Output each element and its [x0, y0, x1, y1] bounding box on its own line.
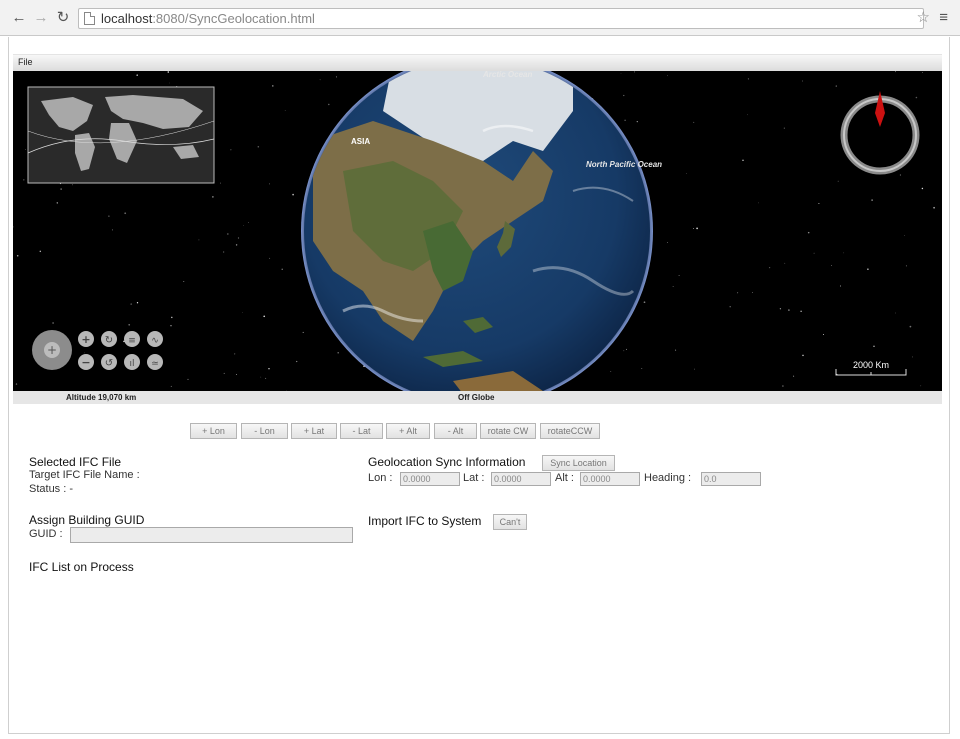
sync-location-button[interactable]: Sync Location: [542, 455, 615, 471]
page-icon: [84, 12, 95, 25]
url-host: localhost: [101, 11, 153, 26]
lon-minus-button[interactable]: - Lon: [241, 423, 288, 439]
globe-viewer[interactable]: Arctic Ocean ASIA North Pacific Ocean + …: [13, 71, 942, 391]
rotate-cw-button[interactable]: rotate CW: [480, 423, 536, 439]
position-readout: Off Globe: [458, 393, 495, 402]
reload-icon[interactable]: ↻: [54, 9, 72, 27]
svg-text:↺: ↺: [105, 358, 113, 369]
status-label: Status : -: [29, 483, 74, 495]
asia-label: ASIA: [351, 137, 370, 146]
lat-plus-button[interactable]: + Lat: [291, 423, 337, 439]
svg-text:≡: ≡: [128, 336, 136, 346]
world-overview-map[interactable]: [27, 86, 215, 184]
lon-label: Lon :: [368, 472, 393, 484]
arctic-ocean-label: Arctic Ocean: [482, 71, 532, 79]
guid-input[interactable]: [70, 527, 353, 543]
svg-text:−: −: [81, 356, 90, 369]
lon-plus-button[interactable]: + Lon: [190, 423, 237, 439]
import-ifc-title: Import IFC to System: [368, 514, 482, 528]
svg-text:+: +: [81, 333, 90, 346]
selected-ifc-title: Selected IFC File: [29, 455, 122, 469]
compass-icon[interactable]: [840, 91, 920, 175]
lat-field[interactable]: [491, 472, 551, 486]
svg-text:↻: ↻: [105, 335, 113, 346]
menu-bar: File: [13, 54, 942, 71]
lat-minus-button[interactable]: - Lat: [340, 423, 383, 439]
lon-field[interactable]: [400, 472, 460, 486]
guid-label: GUID :: [29, 528, 63, 540]
rotate-ccw-button[interactable]: rotateCCW: [540, 423, 600, 439]
svg-text:∿: ∿: [151, 336, 159, 346]
back-arrow-icon[interactable]: ←: [10, 9, 28, 27]
scale-label: 2000 Km: [853, 360, 889, 370]
scale-bar: 2000 Km: [835, 360, 907, 376]
forward-arrow-icon[interactable]: →: [32, 9, 50, 27]
svg-text:ıl: ıl: [129, 359, 134, 369]
svg-text:+: +: [47, 343, 57, 357]
menu-file[interactable]: File: [18, 57, 33, 67]
globe-status-bar: Altitude 19,070 km Off Globe: [13, 391, 942, 404]
navigation-controls[interactable]: + + − ↻ ↺ ≡ ıl ∿ ≃: [32, 330, 163, 370]
hamburger-menu-icon[interactable]: ≡: [939, 9, 948, 27]
assign-guid-title: Assign Building GUID: [29, 513, 145, 527]
alt-plus-button[interactable]: + Alt: [386, 423, 430, 439]
cant-button[interactable]: Can't: [493, 514, 527, 530]
alt-minus-button[interactable]: - Alt: [434, 423, 477, 439]
alt-field[interactable]: [580, 472, 640, 486]
globe-canvas: Arctic Ocean ASIA North Pacific Ocean + …: [27, 71, 920, 391]
address-bar[interactable]: localhost:8080/SyncGeolocation.html: [78, 8, 924, 29]
url-text: localhost:8080/SyncGeolocation.html: [101, 11, 315, 26]
altitude-readout: Altitude 19,070 km: [66, 393, 137, 402]
heading-field[interactable]: [701, 472, 761, 486]
heading-label: Heading :: [644, 472, 692, 484]
url-path: :8080/SyncGeolocation.html: [152, 11, 315, 26]
svg-text:≃: ≃: [151, 359, 159, 369]
alt-label: Alt :: [555, 472, 574, 484]
lat-label: Lat :: [463, 472, 485, 484]
star-icon[interactable]: ☆: [917, 9, 930, 27]
geolocation-sync-title: Geolocation Sync Information: [368, 455, 526, 469]
ifc-list-title: IFC List on Process: [29, 560, 134, 574]
pacific-ocean-label: North Pacific Ocean: [586, 160, 662, 169]
browser-toolbar: ← → ↻ localhost:8080/SyncGeolocation.htm…: [0, 0, 960, 36]
target-ifc-file-label: Target IFC File Name :: [29, 469, 140, 481]
